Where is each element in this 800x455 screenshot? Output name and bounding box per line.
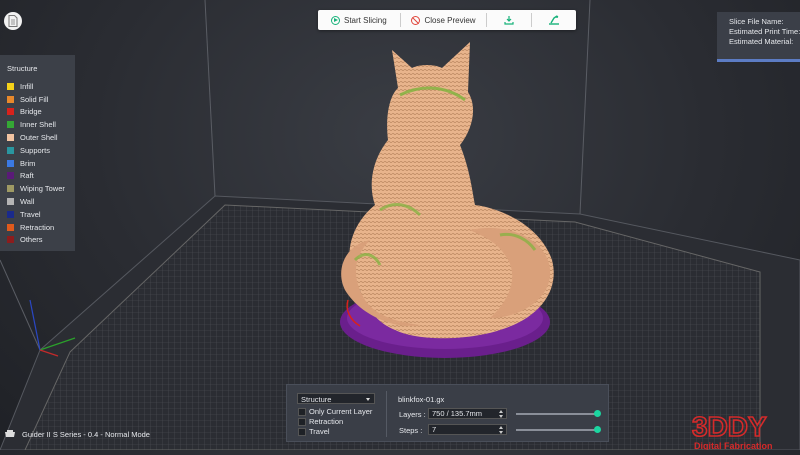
top-toolbar: Start Slicing Close Preview [318,10,576,30]
retraction-checkbox[interactable]: Retraction [298,417,343,426]
legend-label: Inner Shell [20,120,56,130]
close-preview-button[interactable]: Close Preview [401,10,487,30]
travel-checkbox[interactable]: Travel [298,427,330,436]
layers-input[interactable]: 750 / 135.7mm [428,408,507,419]
checkbox-box[interactable] [298,407,306,416]
z-axis-line [29,299,41,351]
legend-swatch [7,185,14,193]
estimated-print-time-label: Estimated Print Time: [729,27,800,36]
legend-label: Retraction [20,222,55,232]
legend-swatch [7,159,14,167]
printer-model-label: Guider II S Series - 0.4 - Normal Mode [4,430,150,439]
steps-label: Steps : [399,426,423,435]
legend-swatch [7,210,14,218]
close-preview-label: Close Preview [424,15,476,25]
print-button[interactable] [532,10,576,30]
legend-label: Solid Fill [20,94,49,104]
layers-slider-handle[interactable] [593,410,601,417]
checkbox-box[interactable] [298,427,306,436]
legend-label: Wall [20,197,35,207]
printer-icon [5,430,15,437]
legend-label: Brim [20,158,36,168]
legend-swatch [7,172,14,180]
checkbox-box[interactable] [298,417,306,426]
brand-main-text: 3DDY [692,411,767,442]
layers-value: 750 / 135.7mm [432,409,483,418]
legend-label: Bridge [20,107,42,117]
legend-swatch [7,223,14,231]
export-icon [504,16,514,25]
legend-title: Structure [7,64,38,73]
legend-label: Travel [20,209,41,219]
structure-select[interactable]: Structure [297,393,375,404]
legend-item: Retraction [7,221,75,234]
estimated-material-label: Estimated Material: [729,37,794,46]
printer-model-text: Guider II S Series - 0.4 - Normal Mode [22,430,150,439]
print-icon [549,14,560,25]
legend-label: Wiping Tower [20,184,65,194]
legend-swatch [7,146,14,154]
layers-label: Layers : [399,410,426,419]
steps-input[interactable]: 7 [428,424,507,435]
start-slicing-label: Start Slicing [344,15,387,25]
legend-item: Brim [7,157,75,170]
file-icon[interactable] [4,12,22,30]
legend-label: Supports [20,145,51,155]
steps-value: 7 [432,425,437,434]
legend-item: Solid Fill [7,93,75,106]
slice-file-name-label: Slice File Name: [729,17,784,26]
steps-slider[interactable] [516,426,601,433]
legend-item: Supports [7,144,75,157]
brand-sub-text: Digital Fabrication [694,441,773,450]
chevron-down-icon [366,398,370,401]
controls-divider [386,391,387,437]
legend-item: Inner Shell [7,118,75,131]
structure-legend: Structure Infill Solid Fill Bridge Inner Sh… [0,55,75,251]
preview-controls: Structure Only Current Layer Retraction … [286,384,609,442]
export-button[interactable] [487,10,531,30]
structure-select-value: Structure [301,395,332,404]
legend-label: Others [20,235,43,245]
legend-swatch [7,82,14,90]
file-name: blinkfox-01.gx [398,395,445,404]
cancel-icon [411,15,421,25]
legend-label: Raft [20,171,34,181]
slice-info-panel: Slice File Name: Estimated Print Time: E… [717,12,800,62]
retraction-label: Retraction [309,417,344,426]
legend-label: Infill [20,81,34,91]
legend-swatch [7,108,14,116]
legend-item: Others [7,234,75,247]
spinner-icon[interactable] [499,426,504,434]
travel-label: Travel [309,427,330,436]
legend-swatch [7,95,14,103]
legend-swatch [7,134,14,142]
legend-swatch [7,121,14,129]
brand-logo: 3DDY Digital Fabrication [690,408,800,455]
viewport-3d[interactable] [0,0,800,450]
spinner-icon[interactable] [499,410,504,418]
play-icon [331,15,340,25]
legend-item: Raft [7,170,75,183]
only-current-layer-label: Only Current Layer [309,407,373,416]
start-slicing-button[interactable]: Start Slicing [318,10,400,30]
legend-item: Outer Shell [7,131,75,144]
legend-item: Travel [7,208,75,221]
fox-model [341,42,554,339]
legend-item: Wall [7,195,75,208]
legend-label: Outer Shell [20,133,58,143]
only-current-layer-checkbox[interactable]: Only Current Layer [298,407,372,416]
legend-swatch [7,198,14,206]
legend-item: Infill [7,80,75,93]
legend-item: Wiping Tower [7,182,75,195]
layers-slider[interactable] [516,410,601,417]
steps-slider-handle[interactable] [593,426,601,433]
legend-item: Bridge [7,106,75,119]
legend-swatch [7,236,14,244]
